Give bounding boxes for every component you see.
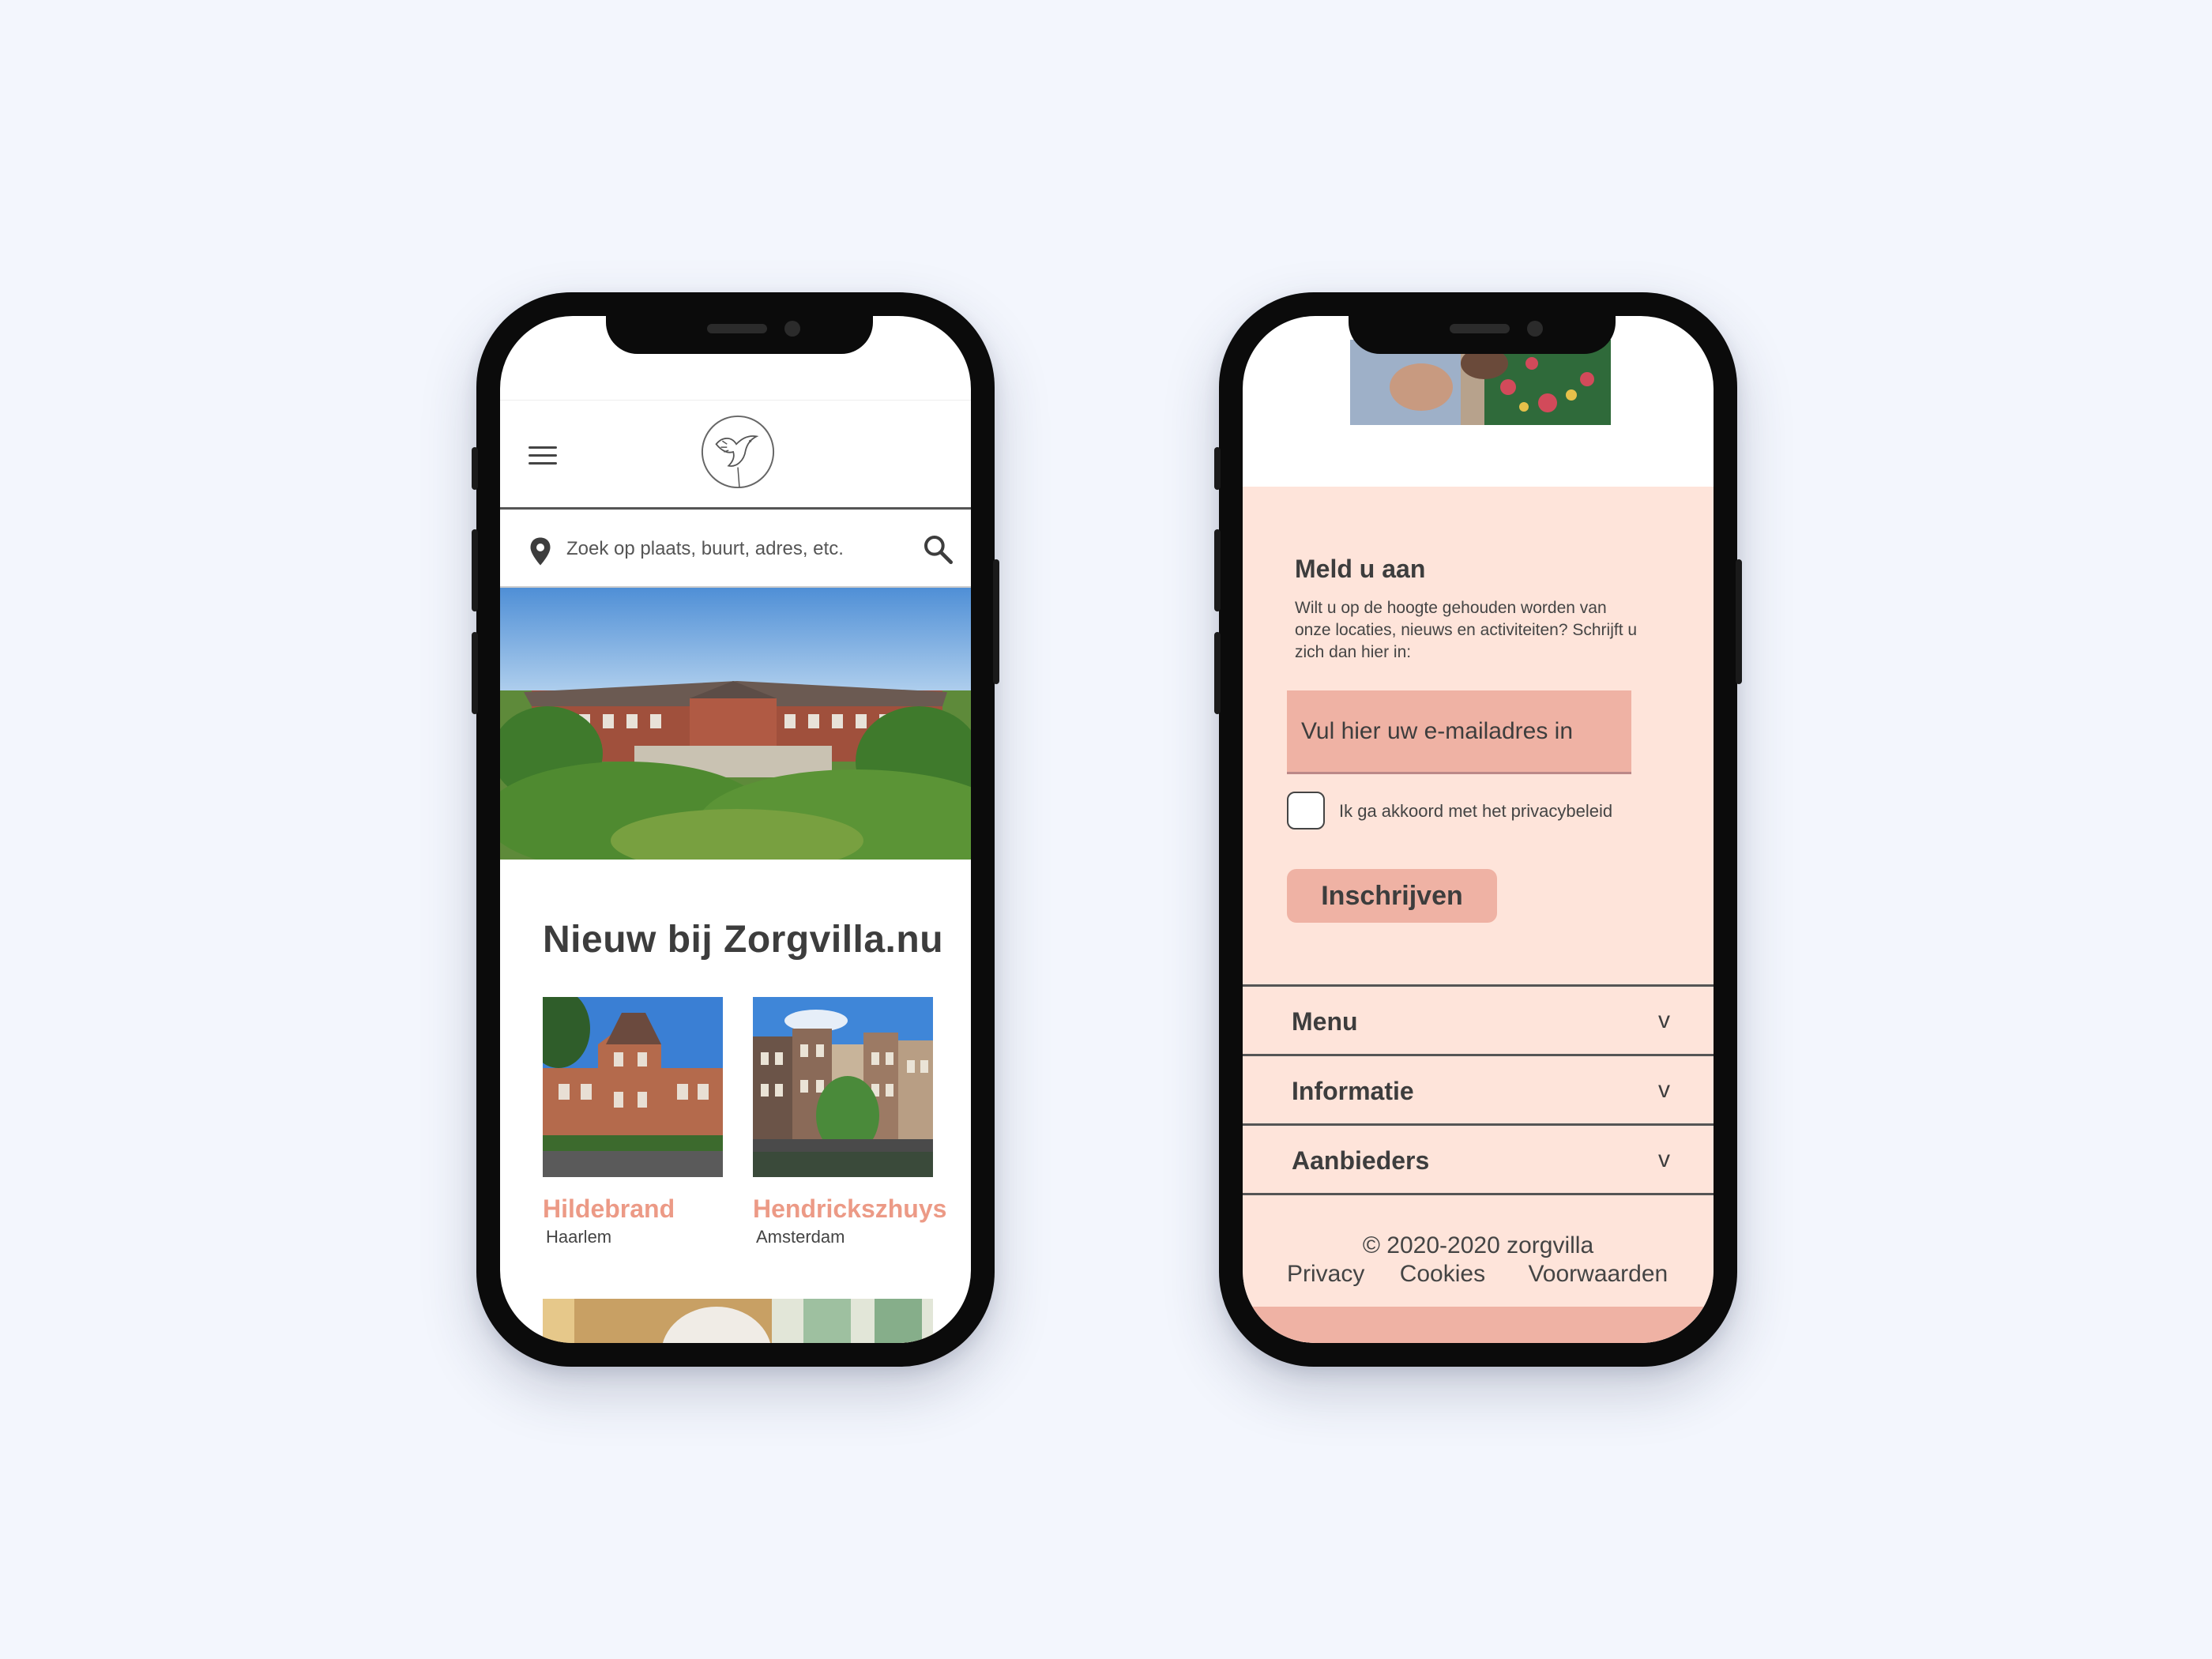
phone-power-button: [993, 559, 999, 684]
newsletter-footer-section: Meld u aan Wilt u op de hoogte gehouden …: [1243, 487, 1714, 1343]
hamburger-icon[interactable]: [529, 446, 557, 465]
accordion-label: Aanbieders: [1292, 1146, 1430, 1175]
hero-image-estate: [500, 588, 971, 860]
location-photo: [753, 997, 933, 1177]
accordion-divider: [1243, 1193, 1714, 1195]
newsletter-title: Meld u aan: [1295, 555, 1426, 583]
phone-mockup-left: Nieuw bij Zorgvilla.nu Hildebrand Haar: [472, 292, 999, 1367]
accordion-label: Informatie: [1292, 1077, 1414, 1105]
location-card-hildebrand[interactable]: Hildebrand Haarlem: [543, 997, 723, 1247]
accordion-aanbieders[interactable]: Aanbieders v: [1243, 1123, 1714, 1193]
location-card-hendrickszhuys[interactable]: Hendrickszhuys Amsterdam: [753, 997, 946, 1247]
phone-silent-switch: [1214, 447, 1221, 490]
terms-link[interactable]: Voorwaarden: [1528, 1261, 1668, 1287]
phone-volume-down: [472, 632, 478, 714]
email-field[interactable]: [1287, 690, 1631, 774]
location-city: Haarlem: [546, 1227, 612, 1247]
search-icon[interactable]: [922, 533, 954, 565]
subscribe-button[interactable]: Inschrijven: [1287, 869, 1497, 923]
footer-accent-bar: [1243, 1307, 1714, 1343]
dove-logo-icon[interactable]: [699, 413, 777, 491]
chevron-down-icon: v: [1658, 1146, 1670, 1172]
partial-photo-person: [543, 1299, 933, 1343]
accordion-informatie[interactable]: Informatie v: [1243, 1054, 1714, 1123]
phone-screen-left: Nieuw bij Zorgvilla.nu Hildebrand Haar: [500, 316, 971, 1343]
chevron-down-icon: v: [1658, 1077, 1670, 1103]
site-header: [500, 400, 971, 507]
phone-volume-up: [472, 529, 478, 611]
phone-power-button: [1736, 559, 1742, 684]
footer-links: Privacy Cookies Voorwaarden: [1287, 1261, 1668, 1288]
phone-silent-switch: [472, 447, 478, 490]
location-pin-icon: [530, 537, 551, 566]
location-photo: [543, 997, 723, 1177]
phone-notch: [606, 316, 873, 354]
phone-volume-up: [1214, 529, 1221, 611]
cookies-link[interactable]: Cookies: [1400, 1261, 1485, 1287]
accordion-label: Menu: [1292, 1007, 1358, 1036]
location-name[interactable]: Hildebrand: [543, 1194, 723, 1224]
privacy-link[interactable]: Privacy: [1287, 1261, 1364, 1287]
phone-screen-right: Meld u aan Wilt u op de hoogte gehouden …: [1243, 316, 1714, 1343]
phone-mockup-right: Meld u aan Wilt u op de hoogte gehouden …: [1214, 292, 1742, 1367]
phone-notch: [1349, 316, 1616, 354]
privacy-consent-checkbox[interactable]: [1287, 792, 1325, 830]
location-name[interactable]: Hendrickszhuys: [753, 1194, 946, 1224]
copyright-text: © 2020-2020 zorgvilla: [1362, 1232, 1594, 1258]
search-input[interactable]: [566, 532, 898, 566]
phone-volume-down: [1214, 632, 1221, 714]
chevron-down-icon: v: [1658, 1007, 1670, 1033]
section-title: Nieuw bij Zorgvilla.nu: [543, 919, 944, 961]
privacy-consent-label[interactable]: Ik ga akkoord met het privacybeleid: [1339, 801, 1612, 822]
location-search-bar: [500, 507, 971, 588]
location-city: Amsterdam: [756, 1227, 845, 1247]
accordion-menu[interactable]: Menu v: [1243, 984, 1714, 1054]
newsletter-description: Wilt u op de hoogte gehouden worden van …: [1295, 599, 1638, 661]
